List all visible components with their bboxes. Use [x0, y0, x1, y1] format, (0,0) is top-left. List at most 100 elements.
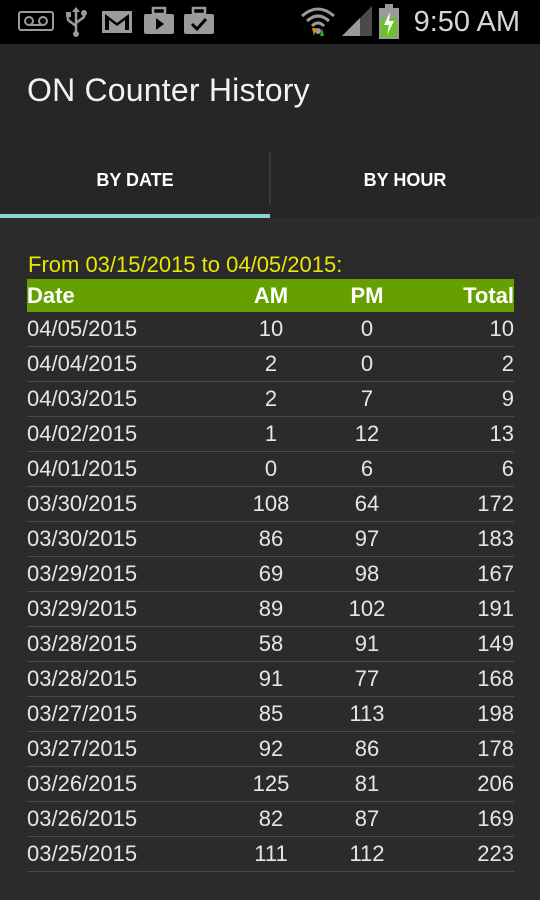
cell-date: 03/27/2015	[27, 701, 138, 726]
cell-pm: 86	[354, 736, 380, 761]
table-row: 03/25/2015 111 112 223	[27, 837, 514, 872]
cell-am: 2	[264, 351, 278, 376]
cell-pm: 98	[354, 561, 380, 586]
voicemail-icon	[18, 11, 54, 31]
cell-pm: 7	[360, 386, 374, 411]
table-row: 03/28/2015 91 77 168	[27, 662, 514, 697]
cell-date: 03/30/2015	[27, 491, 138, 516]
cell-pm: 81	[354, 771, 380, 796]
cell-total: 167	[477, 561, 514, 586]
cell-total: 183	[477, 526, 514, 551]
cell-date: 04/03/2015	[27, 386, 138, 411]
briefcase-play-icon	[144, 6, 174, 34]
cell-date: 03/26/2015	[27, 806, 138, 831]
cell-am: 86	[258, 526, 284, 551]
cell-date: 03/27/2015	[27, 736, 138, 761]
cell-pm: 113	[349, 701, 385, 726]
briefcase-check-icon	[184, 6, 214, 34]
usb-icon	[66, 7, 87, 37]
cell-am: 60	[241, 872, 301, 876]
cell-am: 10	[258, 316, 284, 341]
action-bar: ON Counter History	[0, 44, 540, 152]
cell-am: 125	[252, 771, 290, 796]
cell-pm: 64	[354, 491, 380, 516]
table-row: 03/26/2015 82 87 169	[27, 802, 514, 837]
cell-pm: 91	[354, 631, 380, 656]
cell-date: 03/29/2015	[27, 561, 138, 586]
cell-total: 178	[477, 736, 514, 761]
battery-charging-icon	[379, 4, 399, 39]
cell-date: 03/28/2015	[27, 631, 138, 656]
table-row: 03/27/2015 92 86 178	[27, 732, 514, 767]
cell-am: 85	[258, 701, 284, 726]
cell-pm: 77	[354, 666, 380, 691]
cell-date: 03/28/2015	[27, 666, 138, 691]
table-row: 03/29/2015 69 98 167	[27, 557, 514, 592]
cell-date: 03/26/2015	[27, 771, 138, 796]
cell-date: 04/01/2015	[27, 456, 138, 481]
status-bar: 9:50 AM	[0, 0, 540, 44]
table-row: 04/01/2015 0 6 6	[27, 452, 514, 487]
cell-total: 6	[501, 456, 514, 481]
header-total: Total	[463, 283, 514, 308]
cell-total: 145	[477, 872, 514, 876]
gmail-icon	[102, 11, 132, 33]
status-time: 9:50 AM	[413, 6, 520, 38]
header-am: AM	[253, 283, 289, 308]
cell-pm: 12	[354, 421, 380, 446]
cell-total: 169	[477, 806, 514, 831]
cell-total: 10	[489, 316, 514, 341]
cell-am: 58	[258, 631, 284, 656]
cell-total: 168	[477, 666, 514, 691]
history-content[interactable]: From 03/15/2015 to 04/05/2015: Date AM P…	[0, 218, 540, 900]
cell-date: 03/25/2015	[27, 872, 137, 876]
table-row: 04/04/2015 2 0 2	[27, 347, 514, 382]
cell-total: 2	[501, 351, 514, 376]
cell-total: 206	[477, 771, 514, 796]
cell-date: 03/30/2015	[27, 526, 138, 551]
table-body: 04/05/2015 10 0 10 04/04/2015 2 0 2 04/03/2015 2 7…	[27, 312, 514, 876]
cell-date: 04/05/2015	[27, 316, 138, 341]
cell-pm: 85	[337, 872, 397, 876]
history-table[interactable]: Date AM PM Total 04/05/2015 10 0 10 04/04/20…	[27, 279, 514, 876]
table-row: 04/03/2015 2 7 9	[27, 382, 514, 417]
header-pm: PM	[350, 283, 384, 308]
date-range-caption: From 03/15/2015 to 04/05/2015:	[28, 252, 343, 277]
table-row: 03/25/2015 60 85 145	[27, 872, 514, 876]
cell-am: 108	[252, 491, 290, 516]
cell-am: 91	[258, 666, 284, 691]
cell-total: 13	[489, 421, 514, 446]
table-row: 03/30/2015 86 97 183	[27, 522, 514, 557]
cell-am: 0	[264, 456, 278, 481]
table-row: 03/27/2015 85 113 198	[27, 697, 514, 732]
cell-total: 149	[477, 631, 514, 656]
tab-by-date[interactable]: BY DATE	[0, 152, 270, 218]
header-date: Date	[27, 283, 75, 308]
cell-date: 03/29/2015	[27, 596, 138, 621]
cell-am: 111	[254, 841, 288, 866]
cell-pm: 112	[349, 841, 385, 866]
cell-total: 191	[477, 596, 514, 621]
tab-by-hour[interactable]: BY HOUR	[270, 152, 540, 218]
cell-total: 9	[501, 386, 514, 411]
cell-am: 82	[258, 806, 284, 831]
table-row: 03/28/2015 58 91 149	[27, 627, 514, 662]
cell-am: 89	[258, 596, 284, 621]
cell-am: 2	[264, 386, 278, 411]
cell-am: 69	[258, 561, 284, 586]
cell-pm: 97	[354, 526, 380, 551]
cell-am: 92	[258, 736, 284, 761]
table-header-row: Date AM PM Total	[27, 279, 514, 312]
table-row: 03/26/2015 125 81 206	[27, 767, 514, 802]
cell-total: 172	[477, 491, 514, 516]
app-title: ON Counter History	[27, 72, 310, 108]
table-row: 04/02/2015 1 12 13	[27, 417, 514, 452]
table-row: 04/05/2015 10 0 10	[27, 312, 514, 347]
cell-total: 223	[477, 841, 514, 866]
cell-date: 03/25/2015	[27, 841, 138, 866]
cell-pm: 0	[360, 351, 374, 376]
signal-icon	[342, 6, 372, 36]
table-row: 03/30/2015 108 64 172	[27, 487, 514, 522]
cell-total: 198	[477, 701, 514, 726]
cell-pm: 87	[354, 806, 380, 831]
